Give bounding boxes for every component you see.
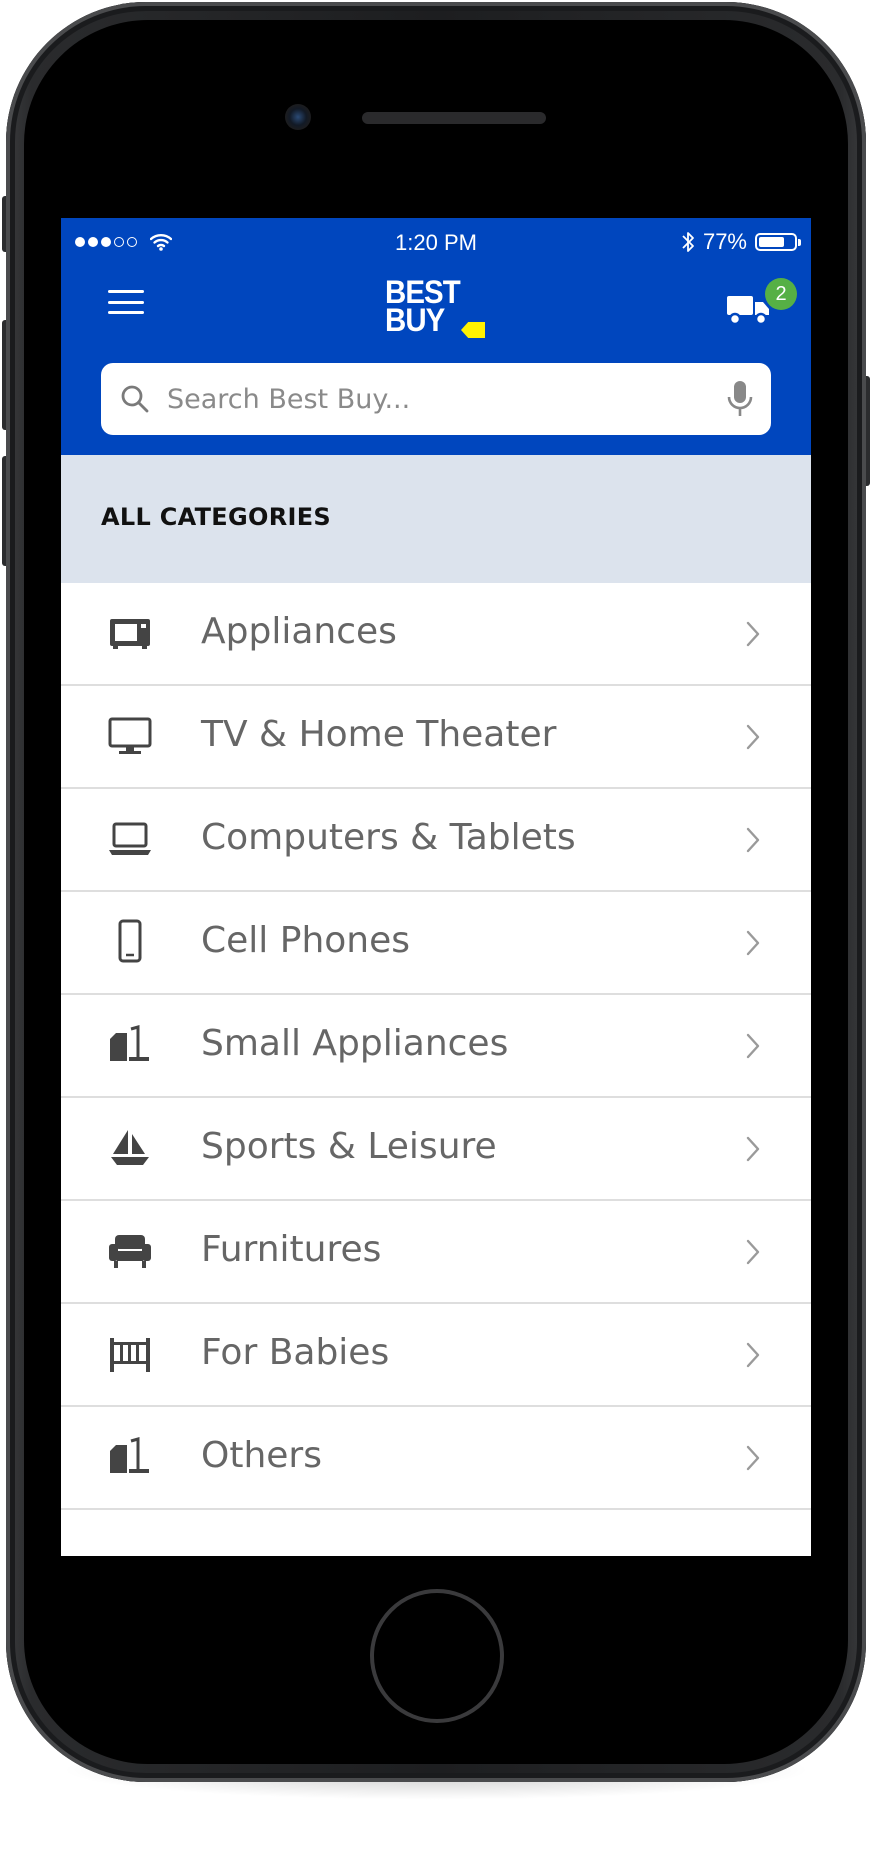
crib-icon xyxy=(110,1338,150,1372)
earpiece-speaker xyxy=(362,112,546,124)
laptop-icon xyxy=(109,822,151,855)
battery-level xyxy=(759,237,785,247)
battery-icon xyxy=(755,233,801,251)
sailboat-icon xyxy=(111,1130,149,1165)
category-label: Computers & Tablets xyxy=(201,817,576,858)
search-bar[interactable] xyxy=(101,363,771,435)
best-buy-logo[interactable]: BEST BUY xyxy=(385,276,495,348)
status-bar: 1:20 PM 77% xyxy=(61,218,811,266)
truck-icon xyxy=(727,296,769,326)
small-appliance-icon xyxy=(110,1437,149,1473)
cart-count-badge: 2 xyxy=(765,278,797,310)
device-mockup: 1:20 PM 77% BEST BUY 2 Search Best Buy..… xyxy=(0,0,872,1854)
category-item-computers-tablets[interactable]: Computers & Tablets xyxy=(61,789,811,892)
microwave-icon xyxy=(110,619,150,649)
search-icon xyxy=(121,385,149,413)
app-header: 1:20 PM 77% BEST BUY 2 Search Best Buy..… xyxy=(61,218,811,455)
section-header: ALL CATEGORIES xyxy=(61,455,811,583)
menu-button[interactable] xyxy=(106,285,146,319)
menu-bar xyxy=(108,290,144,293)
status-right: 77% xyxy=(681,228,801,256)
menu-bar xyxy=(108,311,144,314)
microphone-icon[interactable] xyxy=(725,379,755,419)
category-label: Furnitures xyxy=(201,1229,382,1270)
category-item-others[interactable]: Others xyxy=(61,1407,811,1510)
category-label: Cell Phones xyxy=(201,920,411,961)
section-title: ALL CATEGORIES xyxy=(101,503,331,531)
category-item-small-appliances[interactable]: Small Appliances xyxy=(61,995,811,1098)
category-item-tv-home-theater[interactable]: TV & Home Theater xyxy=(61,686,811,789)
category-label: Appliances xyxy=(201,611,397,652)
chevron-right-icon xyxy=(746,724,760,750)
category-label: Others xyxy=(201,1435,322,1476)
chevron-right-icon xyxy=(746,1445,760,1471)
category-label: Small Appliances xyxy=(201,1023,509,1064)
phone-icon xyxy=(118,919,142,963)
chevron-right-icon xyxy=(746,930,760,956)
chevron-right-icon xyxy=(746,1342,760,1368)
category-list: Appliances TV & Home Theater Computers &… xyxy=(61,583,811,1510)
search-input[interactable] xyxy=(167,363,687,435)
app-screen: 1:20 PM 77% BEST BUY 2 Search Best Buy..… xyxy=(61,218,811,1556)
battery-percent: 77% xyxy=(702,229,747,254)
category-item-sports-leisure[interactable]: Sports & Leisure xyxy=(61,1098,811,1201)
small-appliance-icon xyxy=(110,1025,149,1061)
bluetooth-icon xyxy=(682,232,694,252)
category-label: For Babies xyxy=(201,1332,390,1373)
chevron-right-icon xyxy=(746,1239,760,1265)
chevron-right-icon xyxy=(746,1033,760,1059)
home-button[interactable] xyxy=(370,1589,504,1723)
chevron-right-icon xyxy=(746,827,760,853)
menu-bar xyxy=(108,300,144,304)
monitor-icon xyxy=(108,717,152,754)
front-camera xyxy=(285,104,311,130)
delivery-cart-button[interactable]: 2 xyxy=(726,278,797,338)
chevron-right-icon xyxy=(746,1136,760,1162)
category-item-appliances[interactable]: Appliances xyxy=(61,583,811,686)
category-item-for-babies[interactable]: For Babies xyxy=(61,1304,811,1407)
category-label: Sports & Leisure xyxy=(201,1126,497,1167)
category-label: TV & Home Theater xyxy=(201,714,557,755)
sofa-icon xyxy=(109,1235,151,1268)
chevron-right-icon xyxy=(746,621,760,647)
category-item-cell-phones[interactable]: Cell Phones xyxy=(61,892,811,995)
category-item-furnitures[interactable]: Furnitures xyxy=(61,1201,811,1304)
